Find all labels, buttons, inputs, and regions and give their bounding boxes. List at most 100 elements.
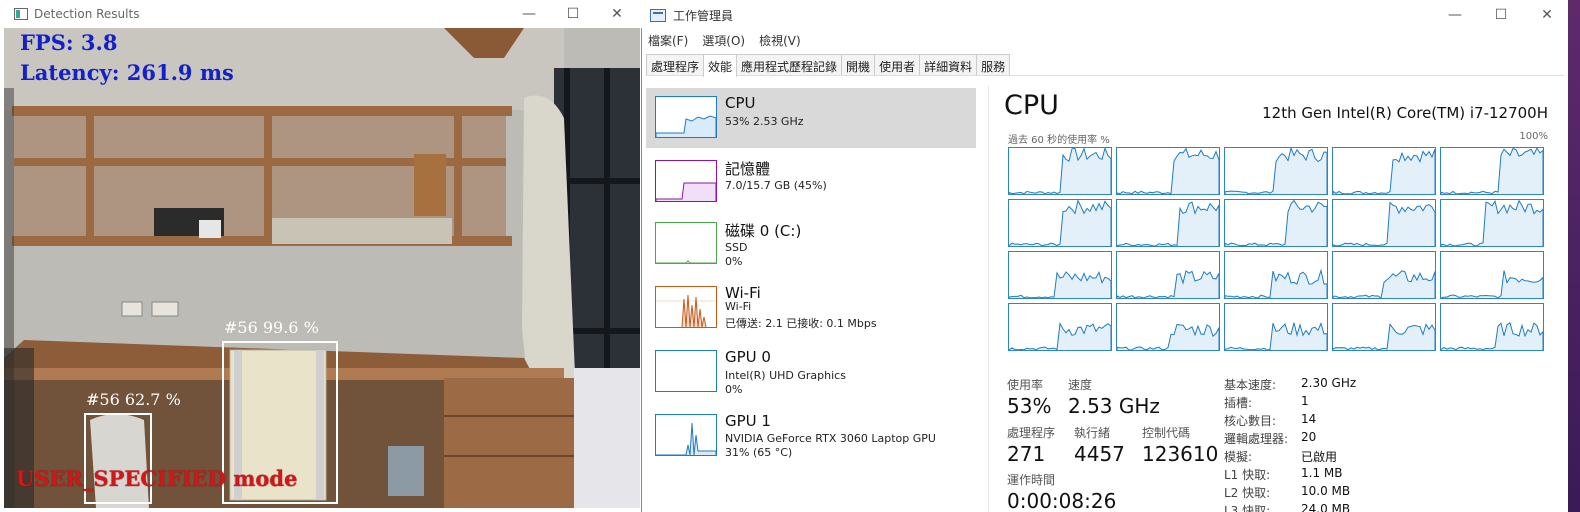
stat-value: 2.53 GHz	[1068, 394, 1160, 418]
spec-key: 核心數目:	[1224, 414, 1277, 428]
sidebar-item-cpu[interactable]: CPU 53% 2.53 GHz	[646, 88, 976, 148]
core-graph	[1116, 303, 1220, 351]
menu-file[interactable]: 檔案(F)	[648, 32, 688, 50]
minimize-button[interactable]: —	[1432, 0, 1478, 30]
sidebar-item-label: GPU 1	[725, 412, 771, 430]
core-graph	[1440, 199, 1544, 247]
sidebar-item-gpu0[interactable]: GPU 0 Intel(R) UHD Graphics 0%	[646, 342, 976, 402]
menu-options[interactable]: 選項(O)	[702, 32, 745, 50]
core-graph	[1008, 303, 1112, 351]
sidebar-item-detail: Wi-Fi	[725, 300, 752, 313]
cpu-model: 12th Gen Intel(R) Core(TM) i7-12700H	[1262, 104, 1548, 122]
stat-label: 運作時間	[1007, 473, 1056, 487]
stat-label: 控制代碼	[1142, 426, 1191, 440]
core-graph	[1440, 251, 1544, 299]
sidebar-item-label: CPU	[725, 94, 756, 112]
minimize-button[interactable]: —	[506, 0, 552, 28]
gpu0-thumbnail	[655, 350, 717, 392]
latency-readout: Latency: 261.9 ms	[20, 60, 234, 85]
core-graph	[1224, 251, 1328, 299]
utilization-caption: 過去 60 秒的使用率 %	[1008, 135, 1110, 146]
core-graph	[1332, 251, 1436, 299]
sidebar-item-detail: 已傳送: 2.1 已接收: 0.1 Mbps	[725, 317, 877, 330]
tab-performance[interactable]: 效能	[703, 54, 738, 77]
core-graph	[1116, 251, 1220, 299]
menu-view[interactable]: 檢視(V)	[759, 32, 801, 50]
mode-indicator: USER_SPECIFIED mode	[16, 466, 298, 491]
handles-stat: 控制代碼 123610	[1142, 424, 1218, 466]
spec-key: L3 快取:	[1224, 504, 1271, 512]
spec-value: 2.30 GHz	[1301, 376, 1357, 390]
task-manager-window: 工作管理員 — ☐ ✕ 檔案(F) 選項(O) 檢視(V) 處理程序 效能 應用…	[642, 0, 1568, 512]
task-manager-icon	[650, 8, 666, 22]
stat-value: 123610	[1142, 442, 1219, 466]
cpu-heading: CPU	[1004, 90, 1059, 121]
tab-strip: 處理程序 效能 應用程式歷程記錄 開機 使用者 詳細資料 服務	[646, 54, 1564, 77]
fps-readout: FPS: 3.8	[20, 30, 118, 55]
detection-title: Detection Results	[34, 7, 140, 21]
menu-bar: 檔案(F) 選項(O) 檢視(V)	[648, 32, 801, 50]
performance-sidebar: CPU 53% 2.53 GHz 記憶體 7.0/15.7 GB (45%) 磁…	[642, 86, 978, 512]
spec-value: 24.0 MB	[1301, 502, 1351, 512]
stat-label: 處理程序	[1007, 426, 1056, 440]
processes-stat: 處理程序 271	[1007, 424, 1055, 466]
tab-details[interactable]: 詳細資料	[919, 54, 978, 75]
gpu1-thumbnail	[655, 414, 717, 456]
sidebar-item-detail: 0%	[725, 383, 743, 396]
core-graph	[1224, 199, 1328, 247]
core-graph	[1116, 147, 1220, 195]
sidebar-item-detail: 7.0/15.7 GB (45%)	[725, 179, 827, 192]
app-icon	[14, 8, 28, 20]
core-graph	[1008, 147, 1112, 195]
detection-window: Detection Results — ☐ ✕ FPS: 3.8 Latency…	[0, 0, 642, 512]
utilization-stat: 使用率 53%	[1007, 376, 1051, 418]
sidebar-item-detail: 31% (65 °C)	[725, 446, 793, 459]
sidebar-item-detail: Intel(R) UHD Graphics	[725, 369, 846, 382]
close-button[interactable]: ✕	[594, 0, 640, 28]
core-graph	[1008, 251, 1112, 299]
sidebar-item-detail: NVIDIA GeForce RTX 3060 Laptop GPU	[725, 432, 936, 445]
tab-processes[interactable]: 處理程序	[646, 54, 705, 75]
spec-key: L2 快取:	[1224, 486, 1271, 500]
maximize-button[interactable]: ☐	[1478, 0, 1524, 30]
detection-label: #56 99.6 %	[224, 318, 319, 337]
sidebar-item-label: GPU 0	[725, 348, 771, 366]
core-graph	[1008, 199, 1112, 247]
utilization-max: 100%	[1519, 131, 1548, 142]
tm-title: 工作管理員	[673, 8, 734, 23]
sidebar-item-disk[interactable]: 磁碟 0 (C:) SSD 0%	[646, 214, 976, 274]
core-graph	[1332, 303, 1436, 351]
tab-users[interactable]: 使用者	[874, 54, 921, 75]
sidebar-item-detail: 53% 2.53 GHz	[725, 115, 804, 128]
maximize-button[interactable]: ☐	[550, 0, 596, 28]
stat-value: 4457	[1074, 442, 1125, 466]
sidebar-item-gpu1[interactable]: GPU 1 NVIDIA GeForce RTX 3060 Laptop GPU…	[646, 406, 976, 466]
sidebar-item-wifi[interactable]: Wi-Fi Wi-Fi 已傳送: 2.1 已接收: 0.1 Mbps	[646, 278, 976, 338]
spec-key: 模擬:	[1224, 450, 1253, 464]
stat-value: 271	[1007, 442, 1046, 466]
spec-key: 基本速度:	[1224, 378, 1277, 392]
core-graph	[1332, 199, 1436, 247]
spec-row: 基本速度: 2.30 GHz	[1224, 376, 1356, 394]
spec-row: 模擬: 已啟用	[1224, 448, 1356, 466]
spec-row: L3 快取: 24.0 MB	[1224, 502, 1356, 512]
cpu-spec-table: 基本速度: 2.30 GHz 插槽: 1 核心數目: 14 邏輯處理器: 20 模擬: 已…	[1224, 376, 1356, 512]
sidebar-item-detail: 0%	[725, 255, 743, 268]
core-graph	[1116, 199, 1220, 247]
tm-titlebar[interactable]: 工作管理員 — ☐ ✕	[642, 0, 1568, 30]
spec-value: 20	[1301, 430, 1317, 444]
stat-label: 速度	[1068, 378, 1093, 392]
spec-row: L2 快取: 10.0 MB	[1224, 484, 1356, 502]
close-button[interactable]: ✕	[1524, 0, 1570, 30]
tab-app-history[interactable]: 應用程式歷程記錄	[736, 54, 843, 75]
core-graph	[1440, 147, 1544, 195]
uptime-stat: 運作時間 0:00:08:26	[1007, 471, 1116, 512]
pane-divider	[988, 86, 989, 512]
tab-startup[interactable]: 開機	[841, 54, 876, 75]
spec-value: 14	[1301, 412, 1317, 426]
spec-row: 核心數目: 14	[1224, 412, 1356, 430]
sidebar-item-memory[interactable]: 記憶體 7.0/15.7 GB (45%)	[646, 152, 976, 212]
tab-services[interactable]: 服務	[976, 54, 1011, 75]
detection-titlebar[interactable]: Detection Results — ☐ ✕	[0, 0, 642, 28]
spec-value: 10.0 MB	[1301, 484, 1351, 498]
